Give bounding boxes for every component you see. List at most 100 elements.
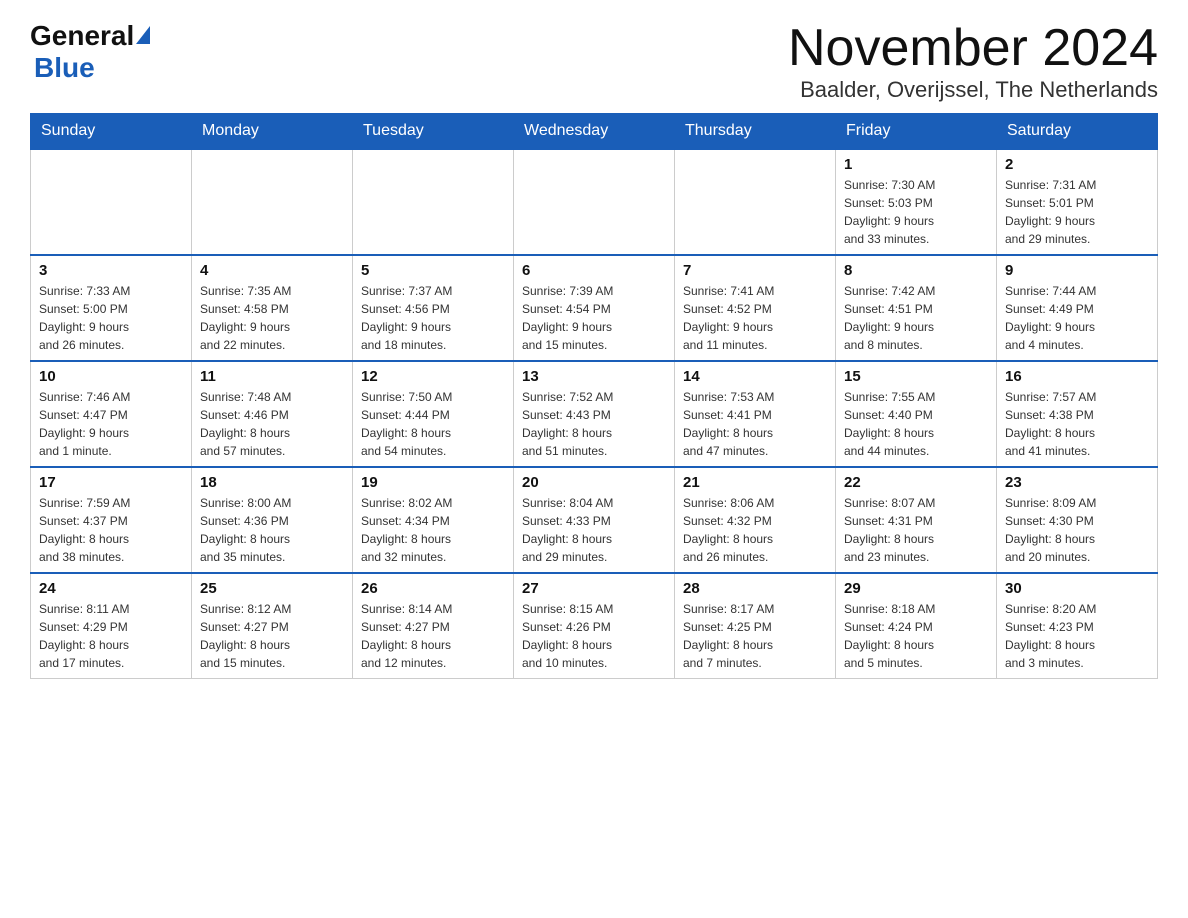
calendar-cell: 6 Sunrise: 7:39 AMSunset: 4:54 PMDaylight…	[514, 255, 675, 361]
day-number: 10	[39, 368, 183, 385]
day-info: Sunrise: 8:20 AMSunset: 4:23 PMDaylight:…	[1005, 600, 1149, 672]
day-of-week-header: Sunday	[31, 114, 192, 150]
day-number: 20	[522, 474, 666, 491]
day-of-week-header: Monday	[192, 114, 353, 150]
calendar-week-row: 10 Sunrise: 7:46 AMSunset: 4:47 PMDayligh…	[31, 361, 1158, 467]
calendar-cell: 25 Sunrise: 8:12 AMSunset: 4:27 PMDayligh…	[192, 573, 353, 679]
calendar-week-row: 17 Sunrise: 7:59 AMSunset: 4:37 PMDayligh…	[31, 467, 1158, 573]
calendar-cell	[192, 149, 353, 255]
calendar-cell: 11 Sunrise: 7:48 AMSunset: 4:46 PMDayligh…	[192, 361, 353, 467]
day-number: 19	[361, 474, 505, 491]
calendar-cell: 19 Sunrise: 8:02 AMSunset: 4:34 PMDayligh…	[353, 467, 514, 573]
title-block: November 2024 Baalder, Overijssel, The N…	[788, 20, 1158, 103]
calendar-cell: 23 Sunrise: 8:09 AMSunset: 4:30 PMDayligh…	[997, 467, 1158, 573]
day-info: Sunrise: 7:50 AMSunset: 4:44 PMDaylight:…	[361, 388, 505, 460]
day-info: Sunrise: 7:37 AMSunset: 4:56 PMDaylight:…	[361, 282, 505, 354]
calendar-cell	[31, 149, 192, 255]
day-of-week-header: Wednesday	[514, 114, 675, 150]
day-info: Sunrise: 8:00 AMSunset: 4:36 PMDaylight:…	[200, 494, 344, 566]
calendar-cell: 9Sunrise: 7:44 AMSunset: 4:49 PMDaylight…	[997, 255, 1158, 361]
calendar-cell	[514, 149, 675, 255]
day-info: Sunrise: 7:35 AMSunset: 4:58 PMDaylight:…	[200, 282, 344, 354]
calendar-cell: 13Sunrise: 7:52 AMSunset: 4:43 PMDayligh…	[514, 361, 675, 467]
logo-blue-text: Blue	[34, 52, 95, 84]
day-info: Sunrise: 8:12 AMSunset: 4:27 PMDaylight:…	[200, 600, 344, 672]
calendar-cell: 1 Sunrise: 7:30 AMSunset: 5:03 PMDaylight…	[836, 149, 997, 255]
calendar-cell: 21Sunrise: 8:06 AMSunset: 4:32 PMDayligh…	[675, 467, 836, 573]
calendar-cell: 4 Sunrise: 7:35 AMSunset: 4:58 PMDaylight…	[192, 255, 353, 361]
calendar-cell: 22 Sunrise: 8:07 AMSunset: 4:31 PMDayligh…	[836, 467, 997, 573]
calendar-cell: 2Sunrise: 7:31 AMSunset: 5:01 PMDaylight…	[997, 149, 1158, 255]
day-number: 9	[1005, 262, 1149, 279]
calendar-week-row: 24Sunrise: 8:11 AMSunset: 4:29 PMDayligh…	[31, 573, 1158, 679]
calendar-cell: 26 Sunrise: 8:14 AMSunset: 4:27 PMDayligh…	[353, 573, 514, 679]
logo: General Blue	[30, 20, 150, 84]
day-number: 13	[522, 368, 666, 385]
calendar-cell: 12 Sunrise: 7:50 AMSunset: 4:44 PMDayligh…	[353, 361, 514, 467]
day-info: Sunrise: 8:07 AMSunset: 4:31 PMDaylight:…	[844, 494, 988, 566]
day-number: 6	[522, 262, 666, 279]
day-number: 4	[200, 262, 344, 279]
calendar-cell: 14 Sunrise: 7:53 AMSunset: 4:41 PMDayligh…	[675, 361, 836, 467]
calendar-table: SundayMondayTuesdayWednesdayThursdayFrid…	[30, 113, 1158, 679]
day-info: Sunrise: 7:41 AMSunset: 4:52 PMDaylight:…	[683, 282, 827, 354]
day-number: 15	[844, 368, 988, 385]
calendar-cell: 8 Sunrise: 7:42 AMSunset: 4:51 PMDaylight…	[836, 255, 997, 361]
calendar-cell: 27 Sunrise: 8:15 AMSunset: 4:26 PMDayligh…	[514, 573, 675, 679]
day-number: 23	[1005, 474, 1149, 491]
calendar-cell: 17 Sunrise: 7:59 AMSunset: 4:37 PMDayligh…	[31, 467, 192, 573]
day-info: Sunrise: 7:42 AMSunset: 4:51 PMDaylight:…	[844, 282, 988, 354]
calendar-cell: 5 Sunrise: 7:37 AMSunset: 4:56 PMDaylight…	[353, 255, 514, 361]
calendar-cell: 20 Sunrise: 8:04 AMSunset: 4:33 PMDayligh…	[514, 467, 675, 573]
calendar-cell: 15 Sunrise: 7:55 AMSunset: 4:40 PMDayligh…	[836, 361, 997, 467]
day-info: Sunrise: 8:15 AMSunset: 4:26 PMDaylight:…	[522, 600, 666, 672]
day-number: 29	[844, 580, 988, 597]
calendar-cell: 16 Sunrise: 7:57 AMSunset: 4:38 PMDayligh…	[997, 361, 1158, 467]
day-info: Sunrise: 7:59 AMSunset: 4:37 PMDaylight:…	[39, 494, 183, 566]
day-number: 22	[844, 474, 988, 491]
calendar-cell	[675, 149, 836, 255]
day-number: 1	[844, 156, 988, 173]
day-number: 26	[361, 580, 505, 597]
calendar-cell: 28 Sunrise: 8:17 AMSunset: 4:25 PMDayligh…	[675, 573, 836, 679]
calendar-cell: 18 Sunrise: 8:00 AMSunset: 4:36 PMDayligh…	[192, 467, 353, 573]
day-info: Sunrise: 8:02 AMSunset: 4:34 PMDaylight:…	[361, 494, 505, 566]
day-number: 12	[361, 368, 505, 385]
calendar-week-row: 1 Sunrise: 7:30 AMSunset: 5:03 PMDaylight…	[31, 149, 1158, 255]
day-number: 11	[200, 368, 344, 385]
day-number: 5	[361, 262, 505, 279]
day-number: 28	[683, 580, 827, 597]
day-number: 27	[522, 580, 666, 597]
calendar-cell	[353, 149, 514, 255]
day-info: Sunrise: 7:30 AMSunset: 5:03 PMDaylight:…	[844, 176, 988, 248]
day-of-week-header: Friday	[836, 114, 997, 150]
day-number: 25	[200, 580, 344, 597]
logo-arrow-icon	[136, 26, 150, 44]
day-number: 14	[683, 368, 827, 385]
calendar-header-row: SundayMondayTuesdayWednesdayThursdayFrid…	[31, 114, 1158, 150]
day-number: 21	[683, 474, 827, 491]
day-number: 7	[683, 262, 827, 279]
calendar-title: November 2024	[788, 20, 1158, 77]
day-info: Sunrise: 7:46 AMSunset: 4:47 PMDaylight:…	[39, 388, 183, 460]
day-info: Sunrise: 7:39 AMSunset: 4:54 PMDaylight:…	[522, 282, 666, 354]
day-number: 16	[1005, 368, 1149, 385]
day-number: 17	[39, 474, 183, 491]
day-info: Sunrise: 8:04 AMSunset: 4:33 PMDaylight:…	[522, 494, 666, 566]
day-info: Sunrise: 8:14 AMSunset: 4:27 PMDaylight:…	[361, 600, 505, 672]
day-info: Sunrise: 7:53 AMSunset: 4:41 PMDaylight:…	[683, 388, 827, 460]
day-info: Sunrise: 8:17 AMSunset: 4:25 PMDaylight:…	[683, 600, 827, 672]
day-info: Sunrise: 7:48 AMSunset: 4:46 PMDaylight:…	[200, 388, 344, 460]
calendar-cell: 30Sunrise: 8:20 AMSunset: 4:23 PMDayligh…	[997, 573, 1158, 679]
day-info: Sunrise: 8:09 AMSunset: 4:30 PMDaylight:…	[1005, 494, 1149, 566]
day-of-week-header: Saturday	[997, 114, 1158, 150]
day-info: Sunrise: 7:57 AMSunset: 4:38 PMDaylight:…	[1005, 388, 1149, 460]
calendar-cell: 3Sunrise: 7:33 AMSunset: 5:00 PMDaylight…	[31, 255, 192, 361]
day-number: 3	[39, 262, 183, 279]
page-header: General Blue November 2024 Baalder, Over…	[30, 20, 1158, 103]
day-number: 2	[1005, 156, 1149, 173]
day-number: 8	[844, 262, 988, 279]
calendar-subtitle: Baalder, Overijssel, The Netherlands	[788, 77, 1158, 103]
day-number: 18	[200, 474, 344, 491]
day-info: Sunrise: 7:55 AMSunset: 4:40 PMDaylight:…	[844, 388, 988, 460]
